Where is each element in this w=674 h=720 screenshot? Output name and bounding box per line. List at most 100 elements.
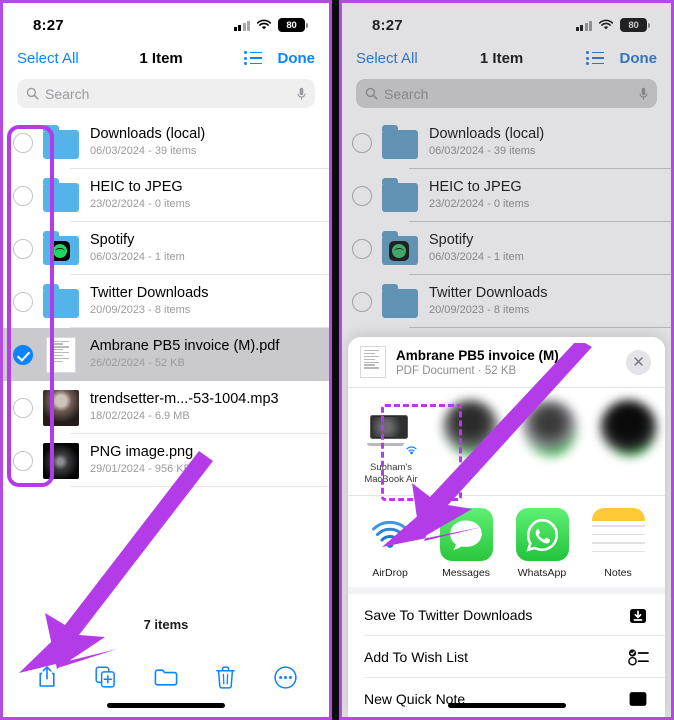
table-row[interactable]: Downloads (local) 06/03/2024 - 39 items <box>342 116 671 169</box>
row-checkbox[interactable] <box>352 238 372 259</box>
table-row[interactable]: HEIC to JPEG 23/02/2024 - 0 items <box>3 169 329 222</box>
file-name: Spotify <box>429 232 474 248</box>
row-meta: HEIC to JPEG 23/02/2024 - 0 items <box>429 179 671 212</box>
pdf-document-icon <box>43 336 79 373</box>
new-folder-icon[interactable] <box>153 663 179 691</box>
table-row[interactable]: Downloads (local) 06/03/2024 - 39 items <box>3 116 329 169</box>
share-app-airdrop[interactable]: AirDrop <box>360 508 420 579</box>
status-bar: 8:27 80 <box>3 3 329 41</box>
row-checkbox-checked[interactable] <box>13 344 33 365</box>
share-sheet: Ambrane PB5 invoice (M) PDF Document · 5… <box>348 337 665 717</box>
spotify-icon <box>50 240 70 261</box>
file-list: Downloads (local) 06/03/2024 - 39 items … <box>3 116 329 487</box>
table-row[interactable]: Spotify 06/03/2024 - 1 item <box>342 222 671 275</box>
table-row[interactable]: trendsetter-m...-53-1004.mp3 18/02/2024 … <box>3 381 329 434</box>
row-checkbox[interactable] <box>13 132 33 153</box>
action-add-to-wish-list[interactable]: Add To Wish List <box>348 636 665 678</box>
select-all-button[interactable]: Select All <box>17 50 79 67</box>
row-checkbox[interactable] <box>13 238 33 259</box>
file-name: HEIC to JPEG <box>429 179 522 195</box>
page-title: 1 Item <box>479 49 524 67</box>
list-view-icon[interactable] <box>585 51 604 65</box>
select-all-button[interactable]: Select All <box>356 50 418 67</box>
share-app-cut-off[interactable]: J <box>664 508 665 579</box>
share-app-notes[interactable]: Notes <box>588 508 648 579</box>
file-subtitle: 06/03/2024 - 39 items <box>90 145 197 157</box>
file-name: Spotify <box>90 232 135 248</box>
bottom-toolbar <box>3 663 329 691</box>
messages-icon <box>439 508 493 561</box>
row-checkbox[interactable] <box>13 185 33 206</box>
share-app-messages[interactable]: Messages <box>436 508 496 579</box>
share-actions-list: Save To Twitter Downloads Add To Wish Li… <box>348 594 665 717</box>
table-row[interactable]: Twitter Downloads 20/09/2023 - 8 items <box>3 275 329 328</box>
file-subtitle: 18/02/2024 - 6.9 MB <box>90 410 190 422</box>
search-bar[interactable]: Search <box>17 79 315 108</box>
trash-icon[interactable] <box>213 663 239 691</box>
image-thumbnail <box>43 442 79 479</box>
file-name: Downloads (local) <box>90 126 206 142</box>
table-row-selected[interactable]: Ambrane PB5 invoice (M).pdf 26/02/2024 -… <box>3 328 329 381</box>
folder-spotify-icon <box>43 230 79 267</box>
microphone-icon[interactable] <box>297 87 306 101</box>
airdrop-device-item[interactable]: Subham's MacBook Air <box>360 400 422 485</box>
search-icon <box>26 87 39 100</box>
screenshot-stage: 8:27 80 Select All 1 Item Done Search Do… <box>0 0 674 720</box>
search-input[interactable]: Search <box>45 86 291 102</box>
list-item[interactable] <box>439 400 501 457</box>
airdrop-badge-icon <box>401 440 421 459</box>
list-view-icon[interactable] <box>243 51 262 65</box>
page-title: 1 Item <box>139 49 183 67</box>
row-checkbox[interactable] <box>352 185 372 206</box>
item-count: 7 items <box>143 617 189 632</box>
row-meta: trendsetter-m...-53-1004.mp3 18/02/2024 … <box>90 391 329 424</box>
row-checkbox[interactable] <box>13 291 33 312</box>
row-checkbox[interactable] <box>352 132 372 153</box>
search-bar[interactable]: Search <box>356 79 657 108</box>
list-item[interactable] <box>518 400 580 457</box>
row-checkbox[interactable] <box>13 397 33 418</box>
checklist-icon <box>627 646 649 668</box>
table-row[interactable]: PNG image.png 29/01/2024 - 956 KB <box>3 434 329 487</box>
status-indicators: 80 <box>233 18 308 32</box>
row-meta: Spotify 06/03/2024 - 1 item <box>429 232 671 265</box>
file-subtitle: 06/03/2024 - 39 items <box>429 145 536 157</box>
close-icon[interactable]: ✕ <box>626 349 651 375</box>
pdf-document-icon <box>360 346 386 378</box>
list-item[interactable] <box>597 400 659 457</box>
action-save-to-twitter-downloads[interactable]: Save To Twitter Downloads <box>348 594 665 636</box>
action-new-quick-note[interactable]: New Quick Note <box>348 678 665 717</box>
table-row[interactable]: Twitter Downloads 20/09/2023 - 8 items <box>342 275 671 328</box>
action-label: Add To Wish List <box>364 649 469 665</box>
scan-documents-icon[interactable] <box>93 663 119 691</box>
done-button[interactable]: Done <box>620 50 658 67</box>
share-icon[interactable] <box>34 663 60 691</box>
wifi-icon <box>256 19 272 31</box>
row-checkbox[interactable] <box>352 291 372 312</box>
share-file-name: Ambrane PB5 invoice (M) <box>396 347 559 363</box>
file-name: trendsetter-m...-53-1004.mp3 <box>90 391 279 407</box>
folder-icon <box>382 283 418 320</box>
battery-level: 80 <box>286 19 297 31</box>
file-subtitle: 26/02/2024 - 52 KB <box>90 357 185 369</box>
table-row[interactable]: HEIC to JPEG 23/02/2024 - 0 items <box>342 169 671 222</box>
row-meta: Twitter Downloads 20/09/2023 - 8 items <box>90 285 329 318</box>
table-row[interactable]: Spotify 06/03/2024 - 1 item <box>3 222 329 275</box>
share-sheet-header: Ambrane PB5 invoice (M) PDF Document · 5… <box>348 337 665 387</box>
more-options-icon[interactable] <box>272 663 298 691</box>
status-clock: 8:27 <box>372 16 403 34</box>
wifi-icon <box>598 19 614 31</box>
navigation-bar: Select All 1 Item Done <box>3 41 329 75</box>
share-app-whatsapp[interactable]: WhatsApp <box>512 508 572 579</box>
search-container: Search <box>342 75 671 116</box>
done-button[interactable]: Done <box>278 50 316 67</box>
folder-icon <box>43 283 79 320</box>
search-input[interactable]: Search <box>384 86 633 102</box>
folder-icon <box>43 124 79 161</box>
file-name: Twitter Downloads <box>90 285 209 301</box>
folder-icon <box>43 177 79 214</box>
microphone-icon[interactable] <box>639 87 648 101</box>
row-checkbox[interactable] <box>13 450 33 471</box>
search-icon <box>365 87 378 100</box>
file-name: PNG image.png <box>90 444 194 460</box>
